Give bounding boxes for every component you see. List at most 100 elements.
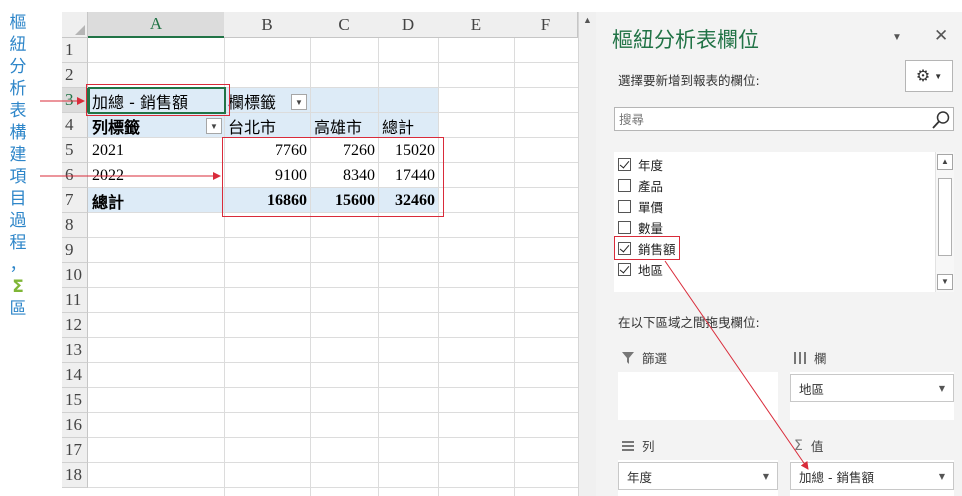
gridline [88, 287, 578, 288]
values-field-sum-sales[interactable]: 加總 - 銷售額 ▼ [790, 462, 954, 490]
pane-options-dropdown-icon[interactable]: ▼ [892, 32, 902, 43]
gridline [88, 62, 578, 63]
gridline [88, 487, 578, 488]
chevron-down-icon[interactable]: ▼ [939, 472, 945, 481]
pivot-grand-total-label[interactable]: 總計 [92, 188, 124, 213]
pivot-row-item[interactable]: 2022 [92, 163, 124, 188]
row-header[interactable]: 7 [62, 188, 88, 213]
column-header-f[interactable]: F [514, 12, 578, 38]
row-header[interactable]: 3 [62, 88, 88, 113]
row-header[interactable]: 18 [62, 463, 88, 488]
scroll-up-arrow-icon[interactable]: ▲ [581, 14, 594, 27]
row-header[interactable]: 11 [62, 288, 88, 313]
sigma-icon: Σ [794, 437, 803, 454]
field-settings-button[interactable]: ⚙ ▼ [905, 60, 953, 92]
rows-area-title: 列 [642, 439, 655, 454]
field-label: 年度 [638, 157, 664, 173]
caption-char: 區 [9, 299, 27, 319]
gridline [88, 462, 578, 463]
annotation-box-sales-field [614, 236, 680, 260]
rows-field-year[interactable]: 年度 ▼ [618, 462, 778, 490]
pivot-col-total-header[interactable]: 總計 [382, 113, 414, 138]
values-field-label: 加總 - 銷售額 [799, 469, 874, 485]
checkbox[interactable] [618, 199, 631, 213]
checkbox-checked[interactable] [618, 157, 631, 171]
sheet-vertical-scrollbar[interactable]: ▲ [578, 12, 596, 496]
pivot-row-item[interactable]: 2021 [92, 138, 124, 163]
row-header[interactable]: 14 [62, 363, 88, 388]
checkbox-checked[interactable] [618, 262, 631, 276]
column-header-a[interactable]: A [88, 12, 225, 38]
filter-area-header: 篩選 [622, 348, 667, 367]
caption-char: 分 [9, 57, 27, 77]
pivot-field-pane: 樞紐分析表欄位 ▼ ✕ 選擇要新增到報表的欄位: ⚙▼ 年度 產品 單價 數量 … [596, 12, 962, 496]
filter-icon [622, 351, 634, 364]
checkbox[interactable] [618, 178, 631, 192]
chevron-down-icon[interactable]: ▼ [939, 384, 945, 393]
columns-field-label: 地區 [799, 381, 825, 397]
gridline [378, 38, 379, 496]
column-header-c[interactable]: C [310, 12, 379, 38]
row-header[interactable]: 1 [62, 38, 88, 63]
caption-char: 析 [9, 79, 27, 99]
row-header[interactable]: 10 [62, 263, 88, 288]
rows-drop-zone[interactable]: 年度 ▼ [618, 460, 778, 496]
columns-field-region[interactable]: 地區 ▼ [790, 374, 954, 402]
column-header-d[interactable]: D [378, 12, 439, 38]
row-header[interactable]: 8 [62, 213, 88, 238]
caption-char: 構 [9, 123, 27, 143]
gridline [88, 387, 578, 388]
row-header[interactable]: 4 [62, 113, 88, 138]
search-icon[interactable] [931, 110, 951, 130]
row-header[interactable]: 13 [62, 338, 88, 363]
values-drop-zone[interactable]: 加總 - 銷售額 ▼ [790, 460, 954, 496]
column-header-b[interactable]: B [224, 12, 311, 38]
pivot-row-label-header[interactable]: 列標籤 [92, 113, 140, 138]
filter-drop-zone[interactable] [618, 372, 778, 420]
side-caption: 樞 紐 分 析 表 構 建 項 目 過 程 ， Σ 區 [6, 12, 30, 320]
col-label-filter-button[interactable]: ▼ [291, 94, 307, 110]
row-header[interactable]: 12 [62, 313, 88, 338]
gridline [88, 312, 578, 313]
select-all-corner[interactable] [62, 12, 88, 38]
scroll-down-arrow-icon[interactable]: ▼ [937, 274, 953, 290]
pivot-col-label-header[interactable]: 欄標籤 [228, 88, 276, 113]
field-list-scrollbar[interactable]: ▲ ▼ [935, 152, 954, 292]
row-header[interactable]: 9 [62, 238, 88, 263]
field-item-product[interactable]: 產品 [618, 175, 663, 195]
field-item-region[interactable]: 地區 [618, 259, 663, 279]
scroll-up-arrow-icon[interactable]: ▲ [937, 154, 953, 170]
field-item-year[interactable]: 年度 [618, 154, 663, 174]
caption-char: 項 [9, 167, 27, 187]
chevron-down-icon[interactable]: ▼ [763, 472, 769, 481]
gridline [88, 337, 578, 338]
row-header[interactable]: 6 [62, 163, 88, 188]
search-box[interactable] [614, 107, 954, 131]
row-header[interactable]: 2 [62, 63, 88, 88]
row-header[interactable]: 17 [62, 438, 88, 463]
pivot-col-item[interactable]: 高雄市 [314, 113, 362, 138]
pivot-col-item[interactable]: 台北市 [228, 113, 276, 138]
columns-drop-zone[interactable]: 地區 ▼ [790, 372, 954, 420]
checkbox[interactable] [618, 220, 631, 234]
row-header[interactable]: 16 [62, 413, 88, 438]
field-item-unit-price[interactable]: 單價 [618, 196, 663, 216]
pane-subtitle: 選擇要新增到報表的欄位: [618, 73, 760, 88]
rows-icon [622, 440, 634, 451]
field-label: 數量 [638, 220, 664, 236]
row-header[interactable]: 5 [62, 138, 88, 163]
row-header[interactable]: 15 [62, 388, 88, 413]
rows-area-header: 列 [622, 436, 655, 455]
caption-char: 過 [9, 211, 27, 231]
rows-field-label: 年度 [627, 469, 653, 485]
scroll-thumb[interactable] [938, 178, 952, 256]
caption-char: 目 [9, 189, 27, 209]
row-label-filter-button[interactable]: ▼ [206, 118, 222, 134]
search-input[interactable] [619, 110, 919, 128]
caption-char: 建 [9, 145, 27, 165]
columns-icon [794, 351, 806, 364]
columns-area-title: 欄 [814, 351, 827, 366]
field-item-quantity[interactable]: 數量 [618, 217, 663, 237]
close-icon[interactable]: ✕ [934, 26, 948, 46]
column-header-e[interactable]: E [438, 12, 515, 38]
